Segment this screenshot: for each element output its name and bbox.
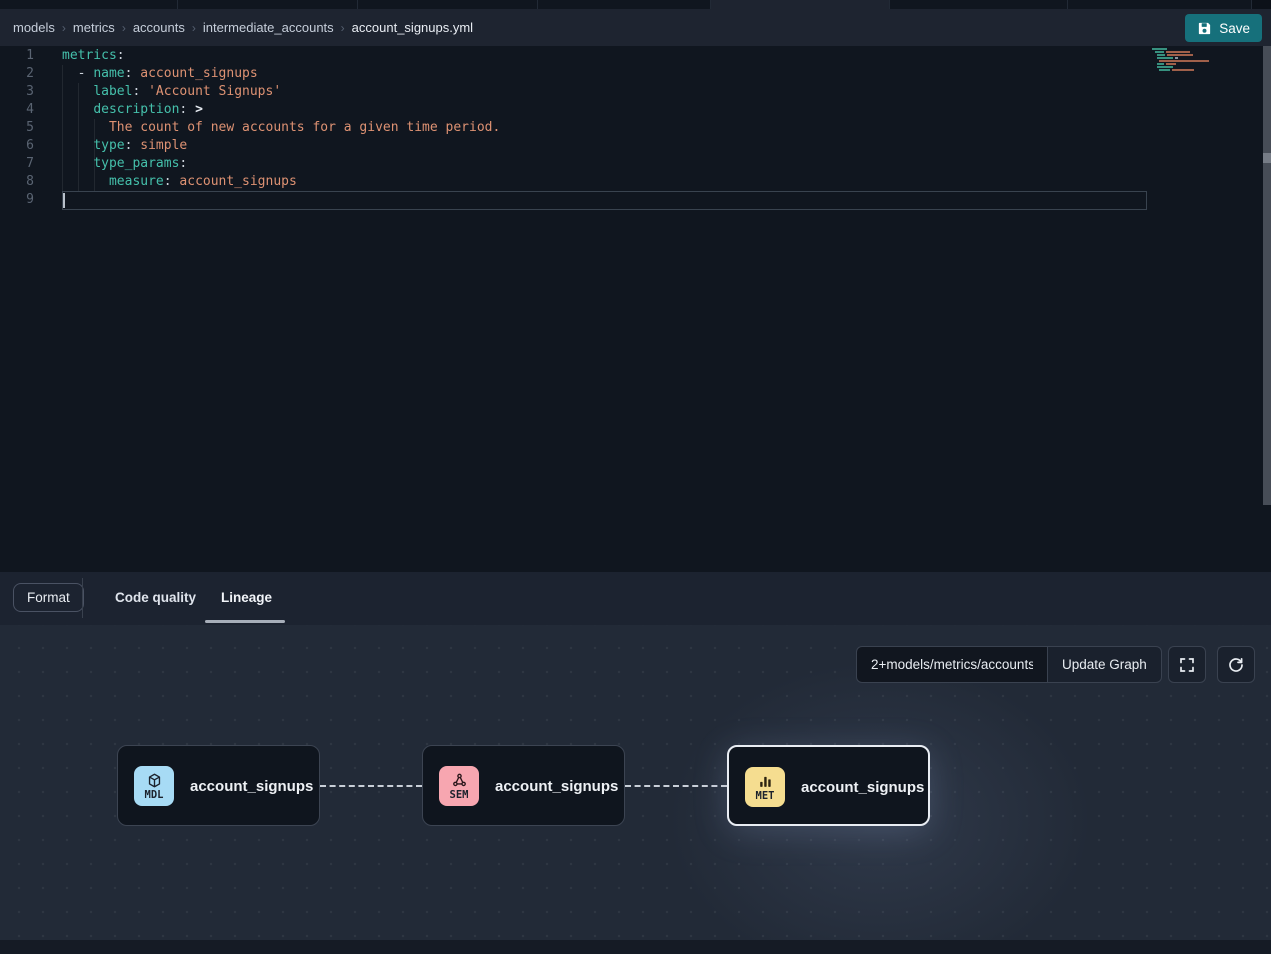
chevron-separator-icon: › bbox=[185, 21, 203, 35]
code-text bbox=[34, 191, 62, 209]
save-icon bbox=[1197, 21, 1212, 36]
file-tab[interactable] bbox=[0, 0, 178, 9]
minimap-row bbox=[1150, 48, 1212, 50]
current-line-highlight bbox=[62, 191, 1147, 210]
ide-window: models › metrics › accounts › intermedia… bbox=[0, 0, 1271, 954]
code-line[interactable]: 3 label: 'Account Signups' bbox=[0, 83, 1271, 101]
line-number: 5 bbox=[0, 119, 34, 137]
code-text: label: 'Account Signups' bbox=[34, 83, 281, 101]
node-badge-label: SEM bbox=[450, 790, 469, 801]
chevron-separator-icon: › bbox=[115, 21, 133, 35]
file-tab[interactable] bbox=[890, 0, 1068, 9]
indent-guide bbox=[78, 83, 79, 191]
file-tab[interactable] bbox=[358, 0, 538, 9]
footer-bar bbox=[0, 940, 1271, 954]
code-text: description: > bbox=[34, 101, 203, 119]
code-line[interactable]: 5 The count of new accounts for a given … bbox=[0, 119, 1271, 137]
file-tab[interactable] bbox=[178, 0, 358, 9]
minimap-row bbox=[1150, 57, 1212, 59]
refresh-button[interactable] bbox=[1217, 646, 1255, 683]
lineage-canvas[interactable]: Update Graph bbox=[0, 625, 1271, 940]
line-number: 7 bbox=[0, 155, 34, 173]
code-text: - name: account_signups bbox=[34, 65, 258, 83]
breadcrumb-item-file[interactable]: account_signups.yml bbox=[352, 20, 473, 35]
fullscreen-button[interactable] bbox=[1168, 646, 1206, 683]
code-text: The count of new accounts for a given ti… bbox=[34, 119, 500, 137]
minimap-row bbox=[1150, 69, 1212, 71]
cube-icon bbox=[146, 772, 163, 790]
panel-divider bbox=[82, 578, 83, 618]
node-badge-label: MET bbox=[756, 791, 775, 802]
line-number: 3 bbox=[0, 83, 34, 101]
line-number: 1 bbox=[0, 47, 34, 65]
code-line[interactable]: 4 description: > bbox=[0, 101, 1271, 119]
bar-chart-icon bbox=[757, 773, 774, 791]
code-line[interactable]: 6 type: simple bbox=[0, 137, 1271, 155]
minimap-row bbox=[1150, 60, 1212, 62]
chevron-separator-icon: › bbox=[334, 21, 352, 35]
file-tab[interactable] bbox=[538, 0, 711, 9]
code-editor[interactable]: 1metrics:2 - name: account_signups3 labe… bbox=[0, 46, 1271, 572]
lineage-edge bbox=[320, 785, 422, 787]
share-network-icon bbox=[451, 772, 468, 790]
code-text: metrics: bbox=[34, 47, 125, 65]
save-button-label: Save bbox=[1219, 21, 1250, 36]
tab-lineage[interactable]: Lineage bbox=[221, 583, 272, 612]
line-number: 8 bbox=[0, 173, 34, 191]
active-tab-underline bbox=[205, 620, 285, 623]
file-tab-strip bbox=[0, 0, 1271, 9]
minimap-row bbox=[1150, 54, 1212, 56]
code-lines: 1metrics:2 - name: account_signups3 labe… bbox=[0, 47, 1271, 209]
code-line[interactable]: 7 type_params: bbox=[0, 155, 1271, 173]
update-graph-button[interactable]: Update Graph bbox=[1047, 646, 1162, 683]
editor-scrollbar-thumb[interactable] bbox=[1263, 153, 1271, 163]
indent-guide bbox=[62, 65, 63, 191]
code-text: type_params: bbox=[34, 155, 187, 173]
breadcrumb-item-metrics[interactable]: metrics bbox=[73, 20, 115, 35]
file-tab-active[interactable] bbox=[711, 0, 890, 9]
bottom-panel: Format Code quality Lineage Update Graph bbox=[0, 572, 1271, 954]
node-label: account_signups bbox=[190, 746, 313, 827]
line-number: 4 bbox=[0, 101, 34, 119]
node-badge-sem: SEM bbox=[439, 766, 479, 806]
node-badge-mdl: MDL bbox=[134, 766, 174, 806]
refresh-icon bbox=[1228, 657, 1244, 673]
minimap-row bbox=[1150, 66, 1212, 68]
breadcrumb-item-intermediate-accounts[interactable]: intermediate_accounts bbox=[203, 20, 334, 35]
line-number: 2 bbox=[0, 65, 34, 83]
format-button[interactable]: Format bbox=[13, 583, 84, 612]
tab-code-quality[interactable]: Code quality bbox=[115, 583, 196, 612]
node-label: account_signups bbox=[495, 746, 618, 827]
text-cursor bbox=[63, 193, 65, 208]
indent-guide bbox=[94, 119, 95, 191]
code-line[interactable]: 1metrics: bbox=[0, 47, 1271, 65]
editor-scrollbar[interactable] bbox=[1263, 46, 1271, 505]
fullscreen-icon bbox=[1179, 657, 1195, 673]
save-button[interactable]: Save bbox=[1185, 14, 1262, 42]
lineage-edge bbox=[625, 785, 727, 787]
lineage-node-metric[interactable]: MET account_signups bbox=[727, 745, 930, 826]
lineage-node-semantic-model[interactable]: SEM account_signups bbox=[422, 745, 625, 826]
code-text: measure: account_signups bbox=[34, 173, 297, 191]
node-badge-met: MET bbox=[745, 767, 785, 807]
code-line[interactable]: 2 - name: account_signups bbox=[0, 65, 1271, 83]
breadcrumb-bar: models › metrics › accounts › intermedia… bbox=[0, 9, 1271, 46]
breadcrumb-item-accounts[interactable]: accounts bbox=[133, 20, 185, 35]
lineage-node-model[interactable]: MDL account_signups bbox=[117, 745, 320, 826]
selector-group: Update Graph bbox=[856, 646, 1162, 683]
lineage-selector-input[interactable] bbox=[856, 646, 1048, 683]
minimap-row bbox=[1150, 51, 1212, 53]
minimap-row bbox=[1150, 63, 1212, 65]
code-line[interactable]: 8 measure: account_signups bbox=[0, 173, 1271, 191]
breadcrumb-item-models[interactable]: models bbox=[13, 20, 55, 35]
code-text: type: simple bbox=[34, 137, 187, 155]
minimap[interactable] bbox=[1150, 48, 1212, 72]
file-tab[interactable] bbox=[1068, 0, 1252, 9]
line-number: 6 bbox=[0, 137, 34, 155]
line-number: 9 bbox=[0, 191, 34, 209]
chevron-separator-icon: › bbox=[55, 21, 73, 35]
node-label: account_signups bbox=[801, 747, 924, 828]
node-badge-label: MDL bbox=[145, 790, 164, 801]
